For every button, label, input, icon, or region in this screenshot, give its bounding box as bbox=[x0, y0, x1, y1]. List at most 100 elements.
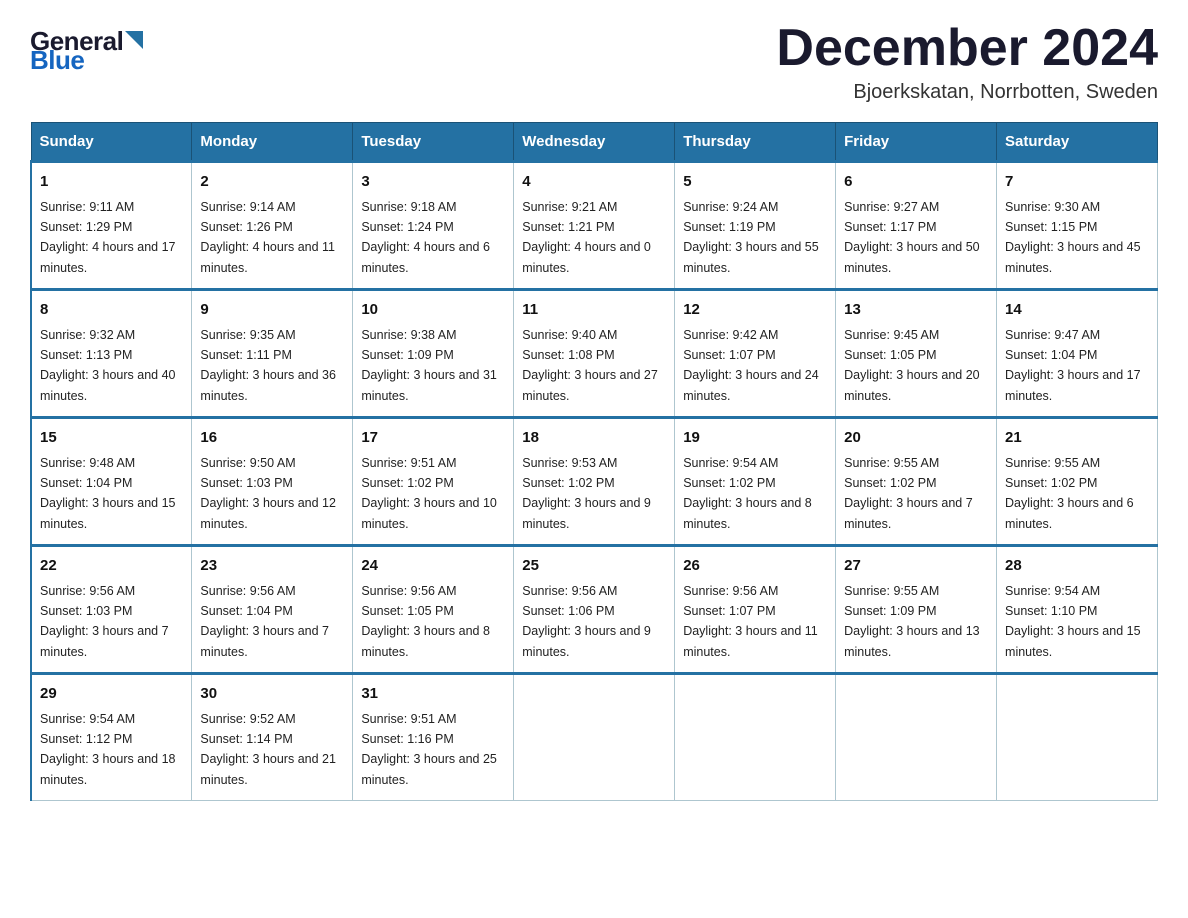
day-number: 4 bbox=[522, 171, 666, 194]
day-cell: 5 Sunrise: 9:24 AMSunset: 1:19 PMDayligh… bbox=[675, 162, 836, 290]
day-info: Sunrise: 9:51 AMSunset: 1:16 PMDaylight:… bbox=[361, 712, 497, 787]
day-info: Sunrise: 9:54 AMSunset: 1:02 PMDaylight:… bbox=[683, 456, 812, 531]
day-number: 5 bbox=[683, 171, 827, 194]
day-info: Sunrise: 9:14 AMSunset: 1:26 PMDaylight:… bbox=[200, 200, 335, 275]
day-info: Sunrise: 9:54 AMSunset: 1:12 PMDaylight:… bbox=[40, 712, 176, 787]
day-number: 12 bbox=[683, 299, 827, 322]
day-cell: 7 Sunrise: 9:30 AMSunset: 1:15 PMDayligh… bbox=[997, 162, 1158, 290]
day-number: 8 bbox=[40, 299, 183, 322]
day-info: Sunrise: 9:55 AMSunset: 1:02 PMDaylight:… bbox=[1005, 456, 1134, 531]
day-cell: 12 Sunrise: 9:42 AMSunset: 1:07 PMDaylig… bbox=[675, 290, 836, 418]
page-header: General Blue December 2024 Bjoerkskatan,… bbox=[30, 20, 1158, 104]
week-row-3: 15 Sunrise: 9:48 AMSunset: 1:04 PMDaylig… bbox=[31, 418, 1158, 546]
month-title: December 2024 bbox=[776, 20, 1158, 77]
day-cell: 26 Sunrise: 9:56 AMSunset: 1:07 PMDaylig… bbox=[675, 546, 836, 674]
day-cell bbox=[997, 674, 1158, 801]
day-number: 10 bbox=[361, 299, 505, 322]
day-info: Sunrise: 9:53 AMSunset: 1:02 PMDaylight:… bbox=[522, 456, 651, 531]
day-info: Sunrise: 9:51 AMSunset: 1:02 PMDaylight:… bbox=[361, 456, 497, 531]
day-cell: 14 Sunrise: 9:47 AMSunset: 1:04 PMDaylig… bbox=[997, 290, 1158, 418]
day-cell: 2 Sunrise: 9:14 AMSunset: 1:26 PMDayligh… bbox=[192, 162, 353, 290]
day-number: 24 bbox=[361, 555, 505, 578]
day-cell: 25 Sunrise: 9:56 AMSunset: 1:06 PMDaylig… bbox=[514, 546, 675, 674]
day-number: 6 bbox=[844, 171, 988, 194]
header-cell-tuesday: Tuesday bbox=[353, 123, 514, 162]
day-number: 27 bbox=[844, 555, 988, 578]
week-row-2: 8 Sunrise: 9:32 AMSunset: 1:13 PMDayligh… bbox=[31, 290, 1158, 418]
day-number: 21 bbox=[1005, 427, 1149, 450]
day-cell: 29 Sunrise: 9:54 AMSunset: 1:12 PMDaylig… bbox=[31, 674, 192, 801]
day-number: 25 bbox=[522, 555, 666, 578]
day-cell: 19 Sunrise: 9:54 AMSunset: 1:02 PMDaylig… bbox=[675, 418, 836, 546]
title-section: December 2024 Bjoerkskatan, Norrbotten, … bbox=[776, 20, 1158, 104]
day-number: 1 bbox=[40, 171, 183, 194]
day-cell: 8 Sunrise: 9:32 AMSunset: 1:13 PMDayligh… bbox=[31, 290, 192, 418]
week-row-5: 29 Sunrise: 9:54 AMSunset: 1:12 PMDaylig… bbox=[31, 674, 1158, 801]
day-info: Sunrise: 9:45 AMSunset: 1:05 PMDaylight:… bbox=[844, 328, 980, 403]
day-cell: 3 Sunrise: 9:18 AMSunset: 1:24 PMDayligh… bbox=[353, 162, 514, 290]
day-info: Sunrise: 9:56 AMSunset: 1:06 PMDaylight:… bbox=[522, 584, 651, 659]
day-cell: 9 Sunrise: 9:35 AMSunset: 1:11 PMDayligh… bbox=[192, 290, 353, 418]
day-cell: 13 Sunrise: 9:45 AMSunset: 1:05 PMDaylig… bbox=[836, 290, 997, 418]
day-number: 15 bbox=[40, 427, 183, 450]
calendar-body: 1 Sunrise: 9:11 AMSunset: 1:29 PMDayligh… bbox=[31, 162, 1158, 801]
day-info: Sunrise: 9:42 AMSunset: 1:07 PMDaylight:… bbox=[683, 328, 819, 403]
day-number: 3 bbox=[361, 171, 505, 194]
day-info: Sunrise: 9:56 AMSunset: 1:05 PMDaylight:… bbox=[361, 584, 490, 659]
day-cell bbox=[675, 674, 836, 801]
header-cell-monday: Monday bbox=[192, 123, 353, 162]
day-info: Sunrise: 9:52 AMSunset: 1:14 PMDaylight:… bbox=[200, 712, 336, 787]
day-number: 19 bbox=[683, 427, 827, 450]
day-cell: 6 Sunrise: 9:27 AMSunset: 1:17 PMDayligh… bbox=[836, 162, 997, 290]
day-cell: 22 Sunrise: 9:56 AMSunset: 1:03 PMDaylig… bbox=[31, 546, 192, 674]
day-cell: 30 Sunrise: 9:52 AMSunset: 1:14 PMDaylig… bbox=[192, 674, 353, 801]
day-number: 7 bbox=[1005, 171, 1149, 194]
day-cell: 24 Sunrise: 9:56 AMSunset: 1:05 PMDaylig… bbox=[353, 546, 514, 674]
day-cell: 4 Sunrise: 9:21 AMSunset: 1:21 PMDayligh… bbox=[514, 162, 675, 290]
day-number: 2 bbox=[200, 171, 344, 194]
week-row-4: 22 Sunrise: 9:56 AMSunset: 1:03 PMDaylig… bbox=[31, 546, 1158, 674]
day-info: Sunrise: 9:54 AMSunset: 1:10 PMDaylight:… bbox=[1005, 584, 1141, 659]
day-number: 13 bbox=[844, 299, 988, 322]
calendar-header: SundayMondayTuesdayWednesdayThursdayFrid… bbox=[31, 123, 1158, 162]
day-cell: 15 Sunrise: 9:48 AMSunset: 1:04 PMDaylig… bbox=[31, 418, 192, 546]
day-info: Sunrise: 9:38 AMSunset: 1:09 PMDaylight:… bbox=[361, 328, 497, 403]
day-info: Sunrise: 9:56 AMSunset: 1:07 PMDaylight:… bbox=[683, 584, 818, 659]
day-cell: 16 Sunrise: 9:50 AMSunset: 1:03 PMDaylig… bbox=[192, 418, 353, 546]
day-info: Sunrise: 9:32 AMSunset: 1:13 PMDaylight:… bbox=[40, 328, 176, 403]
logo: General Blue bbox=[30, 20, 143, 76]
day-info: Sunrise: 9:55 AMSunset: 1:09 PMDaylight:… bbox=[844, 584, 980, 659]
day-cell: 18 Sunrise: 9:53 AMSunset: 1:02 PMDaylig… bbox=[514, 418, 675, 546]
day-cell: 17 Sunrise: 9:51 AMSunset: 1:02 PMDaylig… bbox=[353, 418, 514, 546]
header-cell-sunday: Sunday bbox=[31, 123, 192, 162]
day-number: 26 bbox=[683, 555, 827, 578]
day-info: Sunrise: 9:21 AMSunset: 1:21 PMDaylight:… bbox=[522, 200, 651, 275]
day-cell bbox=[836, 674, 997, 801]
day-number: 31 bbox=[361, 683, 505, 706]
header-cell-friday: Friday bbox=[836, 123, 997, 162]
day-info: Sunrise: 9:35 AMSunset: 1:11 PMDaylight:… bbox=[200, 328, 336, 403]
day-info: Sunrise: 9:47 AMSunset: 1:04 PMDaylight:… bbox=[1005, 328, 1141, 403]
day-number: 16 bbox=[200, 427, 344, 450]
day-number: 18 bbox=[522, 427, 666, 450]
day-cell: 31 Sunrise: 9:51 AMSunset: 1:16 PMDaylig… bbox=[353, 674, 514, 801]
day-cell: 28 Sunrise: 9:54 AMSunset: 1:10 PMDaylig… bbox=[997, 546, 1158, 674]
day-number: 11 bbox=[522, 299, 666, 322]
header-cell-wednesday: Wednesday bbox=[514, 123, 675, 162]
day-info: Sunrise: 9:56 AMSunset: 1:04 PMDaylight:… bbox=[200, 584, 329, 659]
day-info: Sunrise: 9:40 AMSunset: 1:08 PMDaylight:… bbox=[522, 328, 658, 403]
day-info: Sunrise: 9:50 AMSunset: 1:03 PMDaylight:… bbox=[200, 456, 336, 531]
week-row-1: 1 Sunrise: 9:11 AMSunset: 1:29 PMDayligh… bbox=[31, 162, 1158, 290]
day-cell: 21 Sunrise: 9:55 AMSunset: 1:02 PMDaylig… bbox=[997, 418, 1158, 546]
day-number: 20 bbox=[844, 427, 988, 450]
day-cell: 11 Sunrise: 9:40 AMSunset: 1:08 PMDaylig… bbox=[514, 290, 675, 418]
day-cell: 10 Sunrise: 9:38 AMSunset: 1:09 PMDaylig… bbox=[353, 290, 514, 418]
header-cell-saturday: Saturday bbox=[997, 123, 1158, 162]
day-number: 14 bbox=[1005, 299, 1149, 322]
day-number: 29 bbox=[40, 683, 183, 706]
day-info: Sunrise: 9:48 AMSunset: 1:04 PMDaylight:… bbox=[40, 456, 176, 531]
day-cell bbox=[514, 674, 675, 801]
day-cell: 20 Sunrise: 9:55 AMSunset: 1:02 PMDaylig… bbox=[836, 418, 997, 546]
day-cell: 1 Sunrise: 9:11 AMSunset: 1:29 PMDayligh… bbox=[31, 162, 192, 290]
day-info: Sunrise: 9:27 AMSunset: 1:17 PMDaylight:… bbox=[844, 200, 980, 275]
